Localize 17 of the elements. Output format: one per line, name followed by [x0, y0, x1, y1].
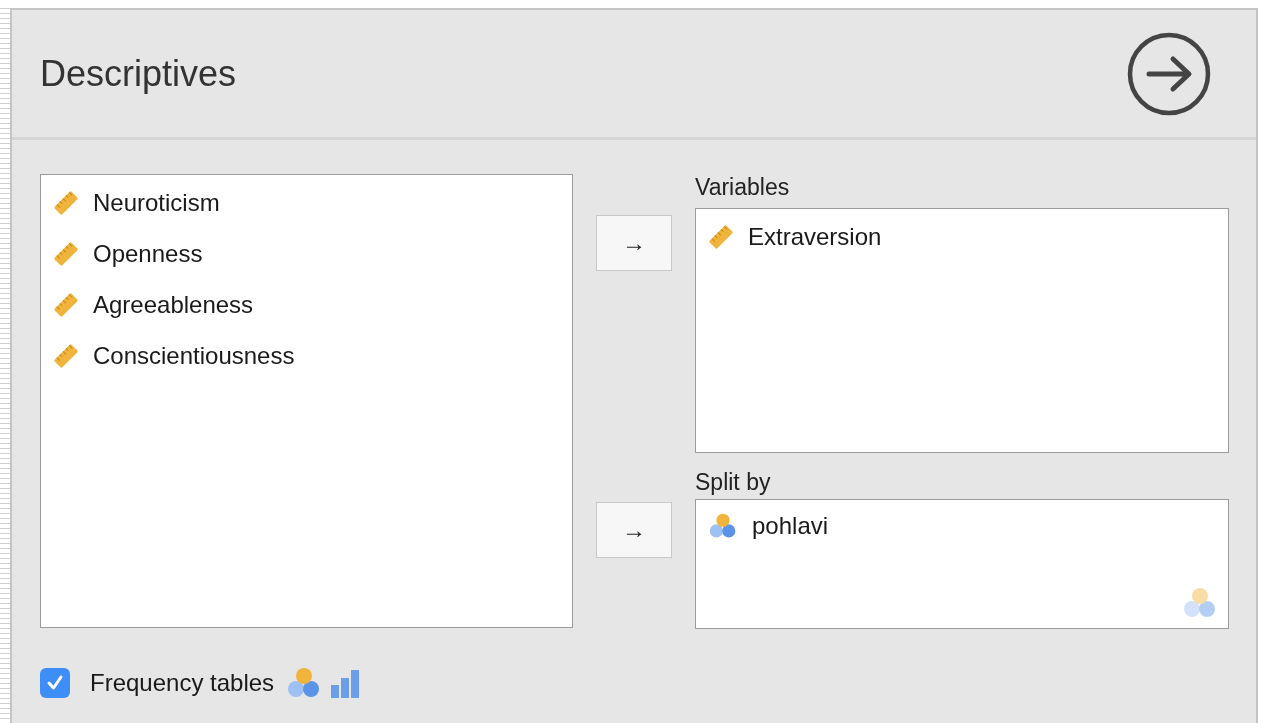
move-button[interactable]: →	[596, 215, 672, 271]
variable-name[interactable]: Openness	[93, 235, 203, 272]
split-by-label: Split by	[695, 469, 772, 497]
arrow-circle-icon[interactable]	[1126, 30, 1212, 117]
move-button[interactable]: →	[596, 502, 672, 558]
variable-name[interactable]: Extraversion	[748, 218, 882, 255]
variable-name[interactable]: Conscientiousness	[93, 337, 295, 374]
variable-name[interactable]: Neuroticism	[93, 184, 220, 221]
frequency-tables-label: Frequency tables	[90, 668, 275, 698]
variable-name[interactable]: Agreeableness	[93, 286, 254, 323]
variable-name[interactable]: pohlavi	[752, 507, 829, 544]
panel-title: Descriptives	[40, 51, 237, 96]
variables-label: Variables	[695, 174, 791, 202]
frequency-tables-checkbox[interactable]	[40, 668, 70, 698]
check-icon	[45, 673, 65, 693]
nominal-icon	[708, 511, 738, 540]
nominal-icon	[1182, 586, 1218, 620]
